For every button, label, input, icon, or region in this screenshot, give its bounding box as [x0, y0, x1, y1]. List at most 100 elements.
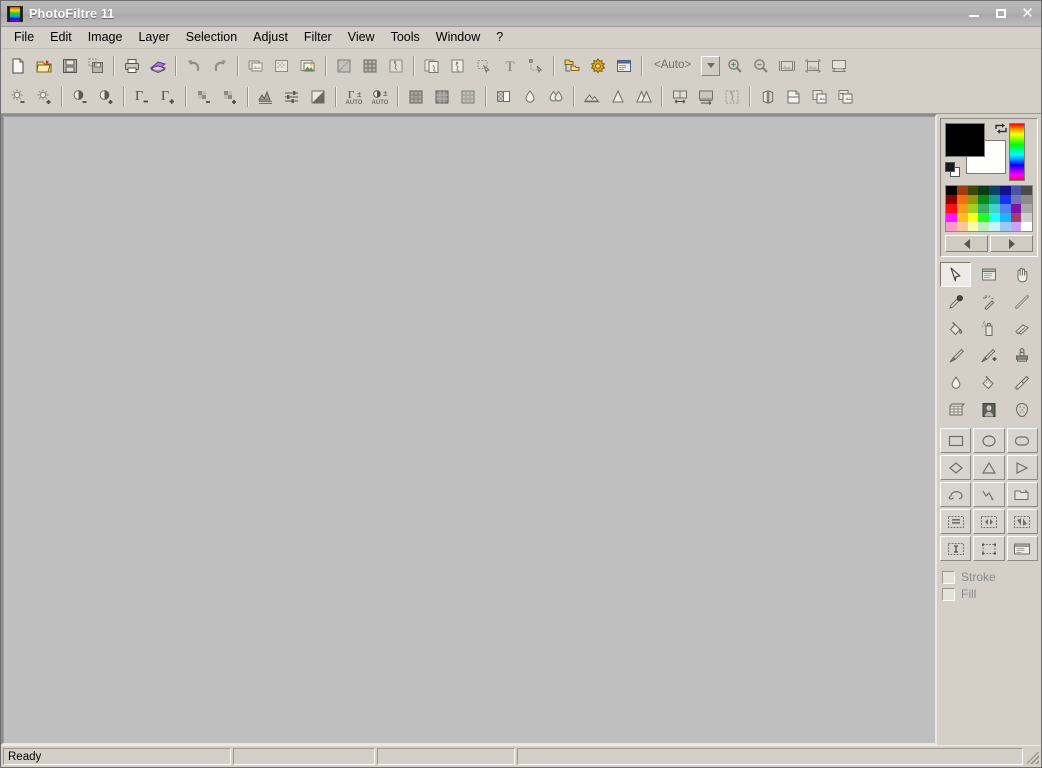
new-file-icon[interactable]	[5, 53, 31, 78]
triangle-selection-shape[interactable]	[973, 455, 1004, 480]
palette-swatch[interactable]	[957, 222, 968, 231]
selection-arrow-tool[interactable]	[940, 262, 971, 287]
vector-selection-icon[interactable]	[523, 53, 549, 78]
auto-gamma-icon[interactable]: Γ ± AUTO	[341, 84, 367, 109]
palette-swatch[interactable]	[968, 204, 979, 213]
stroke-checkbox[interactable]: Stroke	[942, 571, 1038, 584]
flip-selection-vertical-button[interactable]	[1007, 509, 1038, 534]
palette-swatch[interactable]	[1011, 204, 1022, 213]
right-triangle-shape[interactable]	[1007, 455, 1038, 480]
selection-options-button[interactable]	[1007, 536, 1038, 561]
palette-window-icon[interactable]	[611, 53, 637, 78]
fill-checkbox[interactable]: Fill	[942, 588, 1038, 601]
dither-coarse-icon[interactable]	[455, 84, 481, 109]
paint-bucket-tool[interactable]	[940, 316, 971, 341]
open-file-icon[interactable]	[31, 53, 57, 78]
diamond-selection-shape[interactable]	[940, 455, 971, 480]
gamma-decrease-icon[interactable]: Γ	[129, 84, 155, 109]
palette-swatch[interactable]	[1021, 204, 1032, 213]
deform-icon[interactable]	[719, 84, 745, 109]
automation-icon[interactable]	[585, 53, 611, 78]
saturation-decrease-icon[interactable]	[191, 84, 217, 109]
flip-horizontal-icon[interactable]	[667, 84, 693, 109]
paintbrush-tool[interactable]	[940, 343, 971, 368]
palette-swatch[interactable]	[946, 213, 957, 222]
advanced-brush-tool[interactable]	[973, 343, 1004, 368]
menu-file[interactable]: File	[6, 28, 42, 48]
copy-image-icon[interactable]	[243, 53, 269, 78]
paste-as-image-icon[interactable]	[295, 53, 321, 78]
negative-icon[interactable]	[305, 84, 331, 109]
mesh-transform-tool[interactable]	[940, 397, 971, 422]
menu-tools[interactable]: Tools	[383, 28, 428, 48]
ellipse-selection-shape[interactable]	[973, 428, 1004, 453]
menu-edit[interactable]: Edit	[42, 28, 80, 48]
zoom-level-value[interactable]: <Auto>	[651, 56, 701, 76]
zoom-in-icon[interactable]	[722, 53, 748, 78]
brightness-increase-icon[interactable]	[31, 84, 57, 109]
palette-swatch[interactable]	[978, 213, 989, 222]
palette-swatch[interactable]	[989, 186, 1000, 195]
palette-swatch[interactable]	[1000, 195, 1011, 204]
palette-swatch[interactable]	[1021, 213, 1032, 222]
foreground-color-swatch[interactable]	[945, 123, 985, 157]
palette-swatch[interactable]	[1000, 186, 1011, 195]
palette-swatch[interactable]	[1011, 195, 1022, 204]
invert-selection-button[interactable]	[940, 536, 971, 561]
explorer-icon[interactable]	[559, 53, 585, 78]
red-eye-tool[interactable]	[973, 397, 1004, 422]
default-colors-icon[interactable]	[945, 162, 960, 177]
redo-icon[interactable]	[207, 53, 233, 78]
sharpen-icon[interactable]	[605, 84, 631, 109]
image-workspace[interactable]	[1, 114, 937, 745]
grid-icon[interactable]	[357, 53, 383, 78]
palette-swatch[interactable]	[946, 204, 957, 213]
mirror-icon[interactable]	[755, 84, 781, 109]
sharpen-more-icon[interactable]	[631, 84, 657, 109]
palette-swatch[interactable]	[989, 222, 1000, 231]
palette-swatch[interactable]	[978, 195, 989, 204]
selection-layer-icon[interactable]	[471, 53, 497, 78]
menu-help[interactable]: ?	[488, 28, 511, 48]
sharpen-brush-tool[interactable]	[1007, 370, 1038, 395]
flip-selection-horizontal-button[interactable]	[973, 509, 1004, 534]
dither-fine-icon[interactable]	[403, 84, 429, 109]
rotate-right-icon[interactable]	[833, 84, 859, 109]
auto-contrast-icon[interactable]: ± AUTO	[367, 84, 393, 109]
minimize-icon[interactable]	[960, 1, 987, 26]
actual-size-icon[interactable]	[800, 53, 826, 78]
palette-swatch[interactable]	[968, 186, 979, 195]
palette-swatch[interactable]	[957, 195, 968, 204]
zoom-level-combo[interactable]: <Auto>	[651, 56, 720, 76]
palette-swatch[interactable]	[1011, 222, 1022, 231]
close-icon[interactable]: ✕	[1014, 1, 1041, 26]
palette-swatch[interactable]	[946, 186, 957, 195]
smudge-tool[interactable]	[973, 370, 1004, 395]
fill-checkbox-box[interactable]	[942, 588, 955, 601]
eraser-tool[interactable]	[1007, 316, 1038, 341]
palette-swatch[interactable]	[1000, 222, 1011, 231]
rectangle-selection-shape[interactable]	[940, 428, 971, 453]
brightness-decrease-icon[interactable]	[5, 84, 31, 109]
flip-vertical-icon[interactable]	[693, 84, 719, 109]
save-as-icon[interactable]	[83, 53, 109, 78]
line-tool[interactable]	[1007, 289, 1038, 314]
palette-swatch[interactable]	[957, 186, 968, 195]
palette-swatch[interactable]	[1021, 186, 1032, 195]
duplicate-layer-icon[interactable]	[419, 53, 445, 78]
palette-swatch[interactable]	[989, 213, 1000, 222]
paste-image-icon[interactable]	[269, 53, 295, 78]
menu-image[interactable]: Image	[80, 28, 131, 48]
palette-next-icon[interactable]	[990, 235, 1033, 252]
palette-swatch[interactable]	[978, 186, 989, 195]
gamma-increase-icon[interactable]: Γ	[155, 84, 181, 109]
palette-swatch[interactable]	[968, 195, 979, 204]
palette-swatch[interactable]	[946, 195, 957, 204]
palette-swatch[interactable]	[1011, 186, 1022, 195]
saturation-increase-icon[interactable]	[217, 84, 243, 109]
artistic-icon[interactable]	[579, 84, 605, 109]
text-tool-icon[interactable]: T	[497, 53, 523, 78]
palette-swatch[interactable]	[957, 213, 968, 222]
lasso-selection-shape[interactable]	[940, 482, 971, 507]
palette-swatch[interactable]	[968, 213, 979, 222]
